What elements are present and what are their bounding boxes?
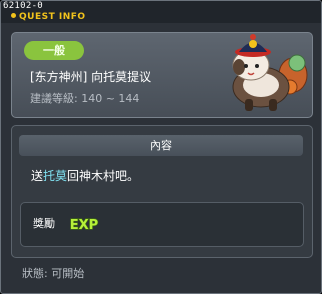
- reward-label: 獎勵: [33, 217, 55, 230]
- description-text: 送: [31, 169, 44, 183]
- npc-portrait-icon: [232, 34, 308, 111]
- quest-info-window: 62102-0 QUEST INFO 一般 [东方神州] 向托莫提议 建議等級:…: [0, 0, 322, 294]
- window-title: QUEST INFO: [11, 11, 86, 23]
- description-text-end: 回神木村吧。: [67, 169, 140, 183]
- npc-name-highlight: 托莫: [43, 169, 68, 183]
- content-section-title: 內容: [19, 135, 303, 156]
- window-title-text: QUEST INFO: [19, 12, 86, 22]
- quest-name: [东方神州] 向托莫提议: [30, 70, 152, 84]
- quest-description: 送托莫回神木村吧。: [31, 168, 139, 184]
- exp-icon[interactable]: EXP: [67, 213, 101, 234]
- recommended-level: 建議等級: 140 ~ 144: [30, 92, 140, 105]
- title-bullet-icon: [11, 13, 16, 18]
- quest-category-tag: 一般: [24, 41, 84, 60]
- quest-status: 狀態: 可開始: [22, 267, 85, 280]
- reward-panel: [20, 202, 304, 247]
- exp-icon-text: EXP: [70, 218, 98, 233]
